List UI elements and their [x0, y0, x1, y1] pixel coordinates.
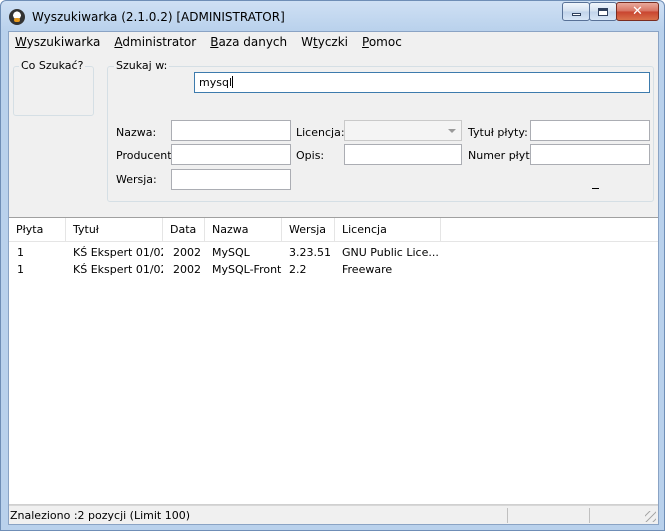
menu-pomoc[interactable]: Pomoc [355, 32, 409, 52]
close-icon: ✕ [632, 4, 643, 19]
search-in-group: Szukaj w: mysql Nazwa: Producent: Wersja… [107, 59, 654, 202]
tytul-plyty-label: Tytuł płyty: [468, 126, 528, 139]
producent-input[interactable] [171, 144, 291, 165]
menu-administrator[interactable]: Administrator [107, 32, 203, 52]
menu-baza-danych[interactable]: Baza danych [203, 32, 294, 52]
status-text: Znaleziono :2 pozycji (Limit 100) [10, 509, 191, 522]
cell-nazwa: MySQL-Front [212, 263, 282, 276]
column-header-tytul[interactable]: Tytuł [66, 218, 163, 242]
cell-tytul: KŚ Ekspert 01/02 [73, 263, 163, 276]
table-row[interactable]: 1 KŚ Ekspert 01/02 2002 MySQL-Front 2.2 … [9, 262, 658, 278]
what-to-search-label: Co Szukać? [19, 59, 86, 72]
cell-licencja: Freeware [342, 263, 393, 276]
results-header: Płyta Tytuł Data Nazwa Wersja Licencja [9, 218, 658, 242]
what-to-search-group: Co Szukać? [13, 59, 94, 116]
column-header-licencja[interactable]: Licencja [335, 218, 441, 242]
column-header-data[interactable]: Data [163, 218, 205, 242]
cell-nazwa: MySQL [212, 246, 250, 259]
progress-dash [592, 188, 599, 189]
results-list[interactable]: Płyta Tytuł Data Nazwa Wersja Licencja 1… [9, 217, 658, 505]
wersja-label: Wersja: [116, 173, 157, 186]
menu-bar: Wyszukiwarka Administrator Baza danych W… [9, 32, 658, 52]
maximize-icon [598, 7, 608, 16]
cell-tytul: KŚ Ekspert 01/02 [73, 246, 163, 259]
cell-plyta: 1 [17, 246, 24, 259]
status-separator [589, 508, 590, 523]
search-query-input[interactable]: mysql [194, 72, 650, 93]
resize-grip-icon[interactable] [645, 511, 656, 522]
nazwa-label: Nazwa: [116, 126, 157, 139]
numer-plyty-label: Numer płyty: [468, 149, 540, 162]
column-header-wersja[interactable]: Wersja [282, 218, 335, 242]
app-window: Wyszukiwarka (2.1.0.2) [ADMINISTRATOR] ✕… [0, 0, 665, 531]
title-bar[interactable]: Wyszukiwarka (2.1.0.2) [ADMINISTRATOR] ✕ [1, 1, 664, 31]
producent-label: Producent: [116, 149, 176, 162]
search-in-label: Szukaj w: [114, 59, 170, 72]
cell-data: 2002 [173, 246, 201, 259]
cell-licencja: GNU Public Lice... [342, 246, 439, 259]
window-title: Wyszukiwarka (2.1.0.2) [ADMINISTRATOR] [32, 10, 285, 24]
cell-data: 2002 [173, 263, 201, 276]
menu-wyszukiwarka[interactable]: Wyszukiwarka [9, 32, 107, 52]
opis-label: Opis: [296, 149, 325, 162]
chevron-down-icon [448, 129, 456, 133]
table-row[interactable]: 1 KŚ Ekspert 01/02 2002 MySQL 3.23.51 GN… [9, 245, 658, 261]
opis-input[interactable] [344, 144, 462, 165]
numer-plyty-input[interactable] [530, 144, 650, 165]
licencja-dropdown[interactable] [344, 120, 462, 141]
wersja-input[interactable] [171, 169, 291, 190]
client-area: Wyszukiwarka Administrator Baza danych W… [8, 31, 659, 525]
menu-wtyczki[interactable]: Wtyczki [294, 32, 355, 52]
text-caret [232, 76, 233, 88]
minimize-icon [571, 13, 581, 16]
close-button[interactable]: ✕ [616, 2, 659, 21]
tytul-plyty-input[interactable] [530, 120, 650, 141]
cell-wersja: 3.23.51 [289, 246, 331, 259]
nazwa-input[interactable] [171, 120, 291, 141]
licencja-label: Licencja: [296, 126, 345, 139]
cell-wersja: 2.2 [289, 263, 307, 276]
status-bar: Znaleziono :2 pozycji (Limit 100) [9, 505, 658, 524]
column-header-nazwa[interactable]: Nazwa [205, 218, 282, 242]
column-header-plyta[interactable]: Płyta [9, 218, 66, 242]
cell-plyta: 1 [17, 263, 24, 276]
minimize-button[interactable] [562, 2, 590, 21]
maximize-button[interactable] [589, 2, 617, 21]
penguin-icon[interactable] [9, 9, 25, 25]
window-controls: ✕ [562, 2, 659, 21]
status-separator [507, 508, 508, 523]
